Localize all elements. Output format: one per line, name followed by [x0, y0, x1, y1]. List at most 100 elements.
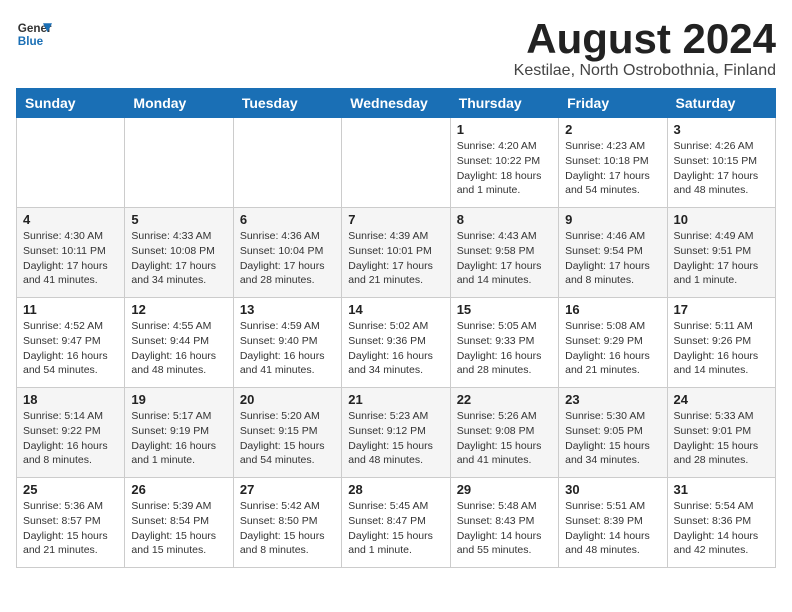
day-number: 4 [23, 212, 118, 227]
calendar-cell: 18Sunrise: 5:14 AM Sunset: 9:22 PM Dayli… [17, 388, 125, 478]
day-number: 24 [674, 392, 769, 407]
day-number: 29 [457, 482, 552, 497]
calendar-cell: 29 Sunrise: 5:48 AM Sunset: 8:43 PM Dayli… [450, 478, 558, 568]
week-row-4: 18Sunrise: 5:14 AM Sunset: 9:22 PM Dayli… [17, 388, 776, 478]
day-info: Sunrise: 5:02 AM Sunset: 9:36 PM Dayligh… [348, 319, 443, 378]
header-monday: Monday [125, 89, 233, 118]
calendar-table: SundayMondayTuesdayWednesdayThursdayFrid… [16, 88, 776, 568]
logo: General Blue [16, 16, 52, 52]
day-info: Sunrise: 4:36 AM Sunset: 10:04 PM Daylig… [240, 229, 335, 288]
day-info: Sunrise: 5:51 AM Sunset: 8:39 PM Dayligh… [565, 499, 660, 558]
day-info: Sunrise: 5:08 AM Sunset: 9:29 PM Dayligh… [565, 319, 660, 378]
calendar-cell: 16 Sunrise: 5:08 AM Sunset: 9:29 PM Dayli… [559, 298, 667, 388]
calendar-cell: 22Sunrise: 5:26 AM Sunset: 9:08 PM Dayli… [450, 388, 558, 478]
day-info: Sunrise: 5:42 AM Sunset: 8:50 PM Dayligh… [240, 499, 335, 558]
calendar-cell: 6 Sunrise: 4:36 AM Sunset: 10:04 PM Dayli… [233, 208, 341, 298]
day-info: Sunrise: 5:45 AM Sunset: 8:47 PM Dayligh… [348, 499, 443, 558]
calendar-cell: 7Sunrise: 4:39 AM Sunset: 10:01 PM Dayli… [342, 208, 450, 298]
calendar-cell: 3 Sunrise: 4:26 AM Sunset: 10:15 PM Dayli… [667, 118, 775, 208]
day-number: 14 [348, 302, 443, 317]
day-number: 11 [23, 302, 118, 317]
calendar-cell: 1Sunrise: 4:20 AM Sunset: 10:22 PM Dayli… [450, 118, 558, 208]
calendar-cell [125, 118, 233, 208]
day-info: Sunrise: 4:55 AM Sunset: 9:44 PM Dayligh… [131, 319, 226, 378]
calendar-subtitle: Kestilae, North Ostrobothnia, Finland [514, 62, 776, 80]
day-number: 25 [23, 482, 118, 497]
day-number: 2 [565, 122, 660, 137]
calendar-cell: 12Sunrise: 4:55 AM Sunset: 9:44 PM Dayli… [125, 298, 233, 388]
calendar-cell: 4 Sunrise: 4:30 AM Sunset: 10:11 PM Dayli… [17, 208, 125, 298]
day-number: 28 [348, 482, 443, 497]
calendar-cell: 31 Sunrise: 5:54 AM Sunset: 8:36 PM Dayli… [667, 478, 775, 568]
day-number: 23 [565, 392, 660, 407]
day-info: Sunrise: 5:17 AM Sunset: 9:19 PM Dayligh… [131, 409, 226, 468]
day-info: Sunrise: 4:23 AM Sunset: 10:18 PM Daylig… [565, 139, 660, 198]
day-number: 22 [457, 392, 552, 407]
calendar-cell: 8 Sunrise: 4:43 AM Sunset: 9:58 PM Daylig… [450, 208, 558, 298]
calendar-cell: 25 Sunrise: 5:36 AM Sunset: 8:57 PM Dayli… [17, 478, 125, 568]
day-number: 20 [240, 392, 335, 407]
day-number: 3 [674, 122, 769, 137]
day-number: 13 [240, 302, 335, 317]
day-info: Sunrise: 4:26 AM Sunset: 10:15 PM Daylig… [674, 139, 769, 198]
week-row-2: 4 Sunrise: 4:30 AM Sunset: 10:11 PM Dayli… [17, 208, 776, 298]
calendar-cell: 10Sunrise: 4:49 AM Sunset: 9:51 PM Dayli… [667, 208, 775, 298]
header-friday: Friday [559, 89, 667, 118]
day-info: Sunrise: 4:30 AM Sunset: 10:11 PM Daylig… [23, 229, 118, 288]
calendar-cell: 23Sunrise: 5:30 AM Sunset: 9:05 PM Dayli… [559, 388, 667, 478]
day-number: 7 [348, 212, 443, 227]
calendar-cell: 20 Sunrise: 5:20 AM Sunset: 9:15 PM Dayli… [233, 388, 341, 478]
day-info: Sunrise: 4:33 AM Sunset: 10:08 PM Daylig… [131, 229, 226, 288]
calendar-cell: 27 Sunrise: 5:42 AM Sunset: 8:50 PM Dayli… [233, 478, 341, 568]
day-info: Sunrise: 5:54 AM Sunset: 8:36 PM Dayligh… [674, 499, 769, 558]
calendar-cell: 11Sunrise: 4:52 AM Sunset: 9:47 PM Dayli… [17, 298, 125, 388]
calendar-cell [233, 118, 341, 208]
day-number: 30 [565, 482, 660, 497]
week-row-1: 1Sunrise: 4:20 AM Sunset: 10:22 PM Dayli… [17, 118, 776, 208]
day-info: Sunrise: 4:46 AM Sunset: 9:54 PM Dayligh… [565, 229, 660, 288]
calendar-cell: 21Sunrise: 5:23 AM Sunset: 9:12 PM Dayli… [342, 388, 450, 478]
day-info: Sunrise: 5:48 AM Sunset: 8:43 PM Dayligh… [457, 499, 552, 558]
day-number: 31 [674, 482, 769, 497]
header-tuesday: Tuesday [233, 89, 341, 118]
svg-text:Blue: Blue [18, 35, 44, 48]
day-info: Sunrise: 5:36 AM Sunset: 8:57 PM Dayligh… [23, 499, 118, 558]
calendar-cell: 5 Sunrise: 4:33 AM Sunset: 10:08 PM Dayli… [125, 208, 233, 298]
week-row-3: 11Sunrise: 4:52 AM Sunset: 9:47 PM Dayli… [17, 298, 776, 388]
calendar-cell [342, 118, 450, 208]
calendar-cell: 30 Sunrise: 5:51 AM Sunset: 8:39 PM Dayli… [559, 478, 667, 568]
day-info: Sunrise: 5:39 AM Sunset: 8:54 PM Dayligh… [131, 499, 226, 558]
header: General Blue August 2024 Kestilae, North… [16, 16, 776, 80]
calendar-cell: 15 Sunrise: 5:05 AM Sunset: 9:33 PM Dayli… [450, 298, 558, 388]
day-number: 17 [674, 302, 769, 317]
day-info: Sunrise: 5:11 AM Sunset: 9:26 PM Dayligh… [674, 319, 769, 378]
header-sunday: Sunday [17, 89, 125, 118]
week-row-5: 25 Sunrise: 5:36 AM Sunset: 8:57 PM Dayli… [17, 478, 776, 568]
day-number: 5 [131, 212, 226, 227]
day-number: 9 [565, 212, 660, 227]
day-info: Sunrise: 4:49 AM Sunset: 9:51 PM Dayligh… [674, 229, 769, 288]
day-info: Sunrise: 4:20 AM Sunset: 10:22 PM Daylig… [457, 139, 552, 198]
day-number: 8 [457, 212, 552, 227]
day-number: 15 [457, 302, 552, 317]
calendar-cell: 17 Sunrise: 5:11 AM Sunset: 9:26 PM Dayli… [667, 298, 775, 388]
day-info: Sunrise: 4:59 AM Sunset: 9:40 PM Dayligh… [240, 319, 335, 378]
title-block: August 2024 Kestilae, North Ostrobothnia… [514, 16, 776, 80]
day-number: 19 [131, 392, 226, 407]
calendar-cell: 2 Sunrise: 4:23 AM Sunset: 10:18 PM Dayli… [559, 118, 667, 208]
calendar-cell: 14 Sunrise: 5:02 AM Sunset: 9:36 PM Dayli… [342, 298, 450, 388]
calendar-cell: 26 Sunrise: 5:39 AM Sunset: 8:54 PM Dayli… [125, 478, 233, 568]
logo-icon: General Blue [16, 16, 52, 52]
day-info: Sunrise: 5:05 AM Sunset: 9:33 PM Dayligh… [457, 319, 552, 378]
header-wednesday: Wednesday [342, 89, 450, 118]
calendar-cell: 9 Sunrise: 4:46 AM Sunset: 9:54 PM Daylig… [559, 208, 667, 298]
day-number: 27 [240, 482, 335, 497]
day-number: 6 [240, 212, 335, 227]
day-number: 26 [131, 482, 226, 497]
day-number: 18 [23, 392, 118, 407]
day-number: 16 [565, 302, 660, 317]
calendar-cell: 28 Sunrise: 5:45 AM Sunset: 8:47 PM Dayli… [342, 478, 450, 568]
day-info: Sunrise: 5:20 AM Sunset: 9:15 PM Dayligh… [240, 409, 335, 468]
calendar-cell: 19 Sunrise: 5:17 AM Sunset: 9:19 PM Dayli… [125, 388, 233, 478]
day-info: Sunrise: 4:43 AM Sunset: 9:58 PM Dayligh… [457, 229, 552, 288]
